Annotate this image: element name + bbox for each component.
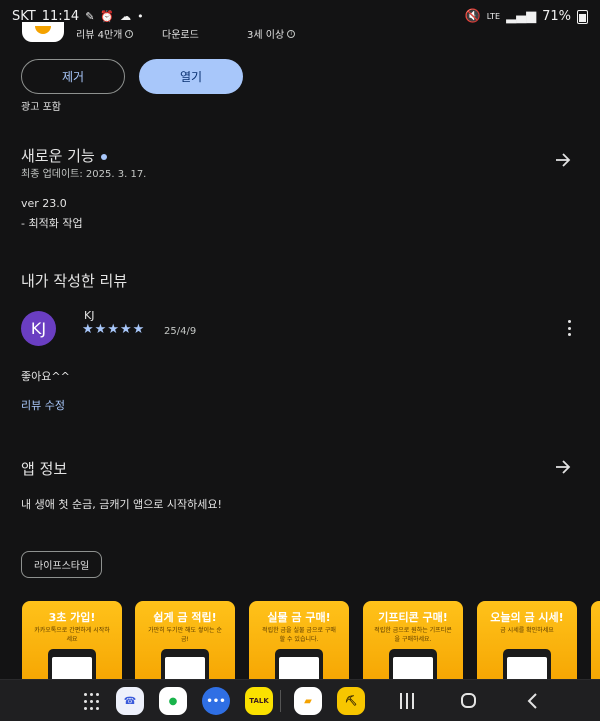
screenshot-subtitle: 금 시세를 확인하세요 — [500, 627, 554, 634]
star-rating: ★ ★ ★ ★ ★ — [82, 323, 144, 337]
downloads-label: 다운로드 — [162, 26, 199, 41]
screenshot-title: 쉽게 금 적립! — [153, 611, 217, 624]
gold-app-icon[interactable]: ▰ — [294, 687, 322, 715]
messages-app-icon[interactable]: ••• — [202, 687, 230, 715]
back-icon[interactable] — [526, 692, 538, 710]
info-icon[interactable]: i — [287, 29, 296, 38]
battery-percent: 71% — [542, 9, 571, 24]
my-review-title: 내가 작성한 리뷰 — [21, 272, 128, 290]
open-button[interactable]: 열기 — [139, 59, 243, 94]
screenshot-title: 기프티콘 구매! — [378, 611, 448, 624]
app-description: 내 생애 첫 순금, 금캐기 앱으로 시작하세요! — [21, 498, 222, 511]
kakaotalk-app-icon[interactable]: TALK — [245, 687, 273, 715]
star-icon: ★ — [82, 322, 94, 337]
avatar: KJ — [21, 311, 56, 346]
star-icon: ★ — [94, 322, 107, 337]
phone-mockup — [503, 649, 551, 679]
screenshot-card[interactable]: 쉽게 금 적립! 가만히 두기만 해도 쌓이는 순금! — [135, 601, 235, 679]
recent-apps-icon[interactable] — [400, 693, 414, 709]
contains-ads-note: 광고 포함 — [21, 102, 61, 113]
screenshot-card[interactable]: 3초 가입! 카카오톡으로 간편하게 시작하세요 — [22, 601, 122, 679]
star-icon: ★ — [119, 322, 132, 337]
screenshot-card[interactable]: 실물 금 구매! 적립한 금을 실물 금으로 구매 할 수 있습니다. — [249, 601, 349, 679]
app-info-arrow-icon[interactable] — [554, 458, 572, 476]
star-icon: ★ — [132, 322, 145, 337]
screenshot-title: 실물 금 구매! — [267, 611, 331, 624]
info-icon[interactable]: i — [125, 29, 134, 38]
app-icon — [22, 22, 64, 42]
whats-new-title: 새로운 기능 — [21, 147, 95, 165]
phone-app-icon[interactable]: ☎ — [116, 687, 144, 715]
gold-mining-app-icon[interactable]: ⛏ — [337, 687, 365, 715]
review-text: 좋아요^^ — [21, 370, 70, 383]
naver-app-icon[interactable]: ● — [159, 687, 187, 715]
remove-button[interactable]: 제거 — [21, 59, 125, 94]
app-info-title[interactable]: 앱 정보 — [21, 458, 67, 479]
dock-divider — [280, 690, 281, 712]
whats-new-header[interactable]: 새로운 기능 — [21, 145, 107, 166]
screenshot-carousel[interactable]: 3초 가입! 카카오톡으로 간편하게 시작하세요 쉽게 금 적립! 가만히 두기… — [22, 601, 600, 679]
screenshot-subtitle: 적립한 금으로 원하는 기프티콘을 구매하세요. — [374, 627, 452, 643]
star-icon: ★ — [107, 322, 119, 337]
home-icon[interactable] — [461, 693, 476, 708]
more-notifications-icon: • — [137, 10, 144, 23]
phone-mockup — [389, 649, 437, 679]
downloads-text: 다운로드 — [162, 30, 199, 41]
alarm-icon: ⏰ — [100, 10, 115, 23]
reviews-count: 리뷰 4만개 i — [76, 26, 134, 41]
reviews-count-label: 리뷰 4만개 — [76, 30, 123, 41]
screenshot-subtitle: 카카오톡으로 간편하게 시작하세요 — [34, 627, 110, 643]
screenshot-title: 오늘의 금 시세! — [490, 611, 564, 624]
release-notes: - 최적화 작업 — [21, 217, 83, 230]
screenshot-card[interactable]: 기프티콘 구매! 적립한 금으로 원하는 기프티콘을 구매하세요. — [363, 601, 463, 679]
age-rating-label: 3세 이상 — [247, 30, 285, 41]
battery-icon — [577, 9, 588, 24]
review-date: 25/4/9 — [164, 326, 197, 337]
status-right: 🔇 LTE ▂▄▆ 71% — [465, 9, 588, 24]
mute-icon: 🔇 — [464, 9, 481, 24]
screenshot-subtitle: 적립한 금을 실물 금으로 구매 할 수 있습니다. — [262, 627, 336, 643]
screenshot-subtitle: 가만히 두기만 해도 쌓이는 순금! — [148, 627, 222, 643]
more-options-icon[interactable] — [566, 320, 572, 336]
phone-mockup — [48, 649, 96, 679]
network-type: LTE — [486, 12, 501, 21]
age-rating: 3세 이상 i — [247, 26, 296, 41]
phone-mockup — [161, 649, 209, 679]
notification-icon: ✎ — [85, 10, 95, 23]
reviewer-name: KJ — [84, 309, 95, 322]
cloud-icon: ☁ — [120, 10, 132, 23]
system-nav-bar: ☎ ● ••• TALK ▰ ⛏ — [0, 679, 600, 721]
signal-icon: ▂▄▆ — [506, 9, 537, 24]
screenshot-card[interactable]: 오늘의 금 시세! 금 시세를 확인하세요 — [477, 601, 577, 679]
edit-review-link[interactable]: 리뷰 수정 — [21, 397, 65, 413]
last-updated: 최종 업데이트: 2025. 3. 17. — [21, 169, 147, 180]
app-drawer-icon[interactable] — [84, 693, 102, 711]
new-indicator-dot — [100, 153, 107, 160]
version-text: ver 23.0 — [21, 197, 67, 210]
category-chip[interactable]: 라이프스타일 — [21, 551, 103, 578]
phone-mockup — [275, 649, 323, 679]
screenshot-title: 3초 가입! — [48, 611, 96, 624]
whats-new-arrow-icon[interactable] — [554, 151, 572, 169]
screenshot-card[interactable] — [591, 601, 600, 679]
